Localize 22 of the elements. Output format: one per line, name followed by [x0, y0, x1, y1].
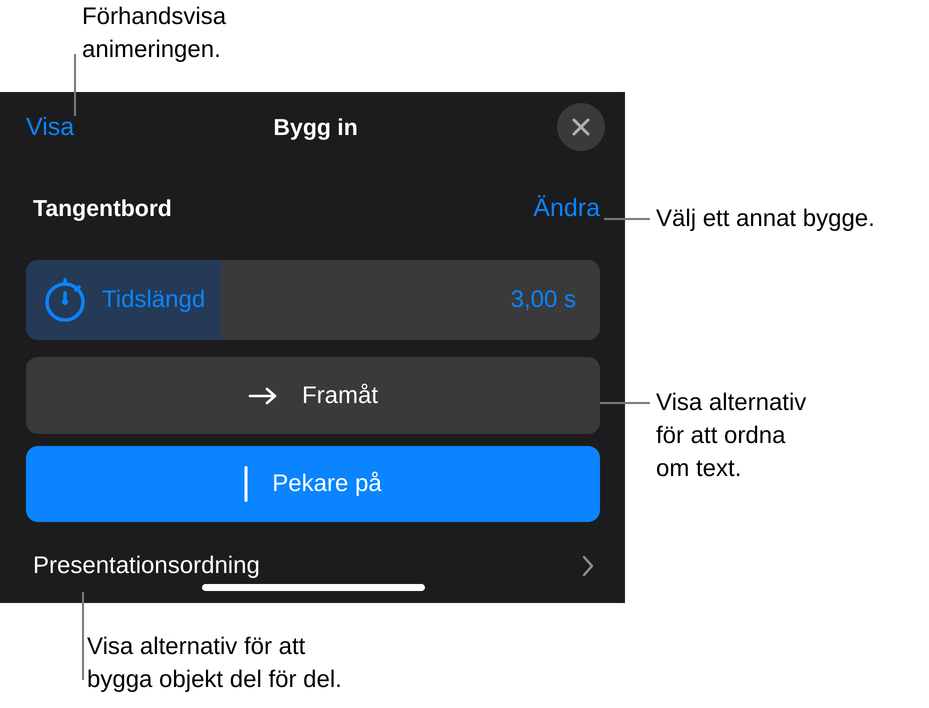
callout-text: Visa alternativ för att bygga objekt del för del.: [87, 632, 342, 695]
arrow-right-icon: [248, 386, 278, 406]
preview-link[interactable]: Visa: [26, 112, 74, 142]
panel-title: Bygg in: [273, 114, 358, 140]
duration-label: Tidslängd: [102, 286, 206, 314]
close-button[interactable]: [557, 103, 605, 151]
effect-name: Tangentbord: [33, 194, 172, 222]
text-cursor-icon: [244, 466, 248, 502]
order-label[interactable]: Presentationsordning: [33, 552, 260, 580]
leader-line: [74, 54, 76, 116]
cursor-button[interactable]: Pekare på: [26, 446, 600, 522]
leader-line: [600, 402, 650, 404]
callout-text: Välj ett annat bygge.: [656, 204, 875, 234]
duration-value: 3,00 s: [510, 286, 576, 314]
leader-line: [604, 218, 650, 220]
callout-text: Visa alternativ för att ordna om text.: [656, 388, 806, 484]
chevron-right-icon[interactable]: [582, 555, 594, 577]
callout-text: Förhandsvisa animeringen.: [82, 2, 226, 65]
change-link[interactable]: Ändra: [533, 194, 600, 222]
close-icon: [571, 117, 591, 137]
duration-slider[interactable]: Tidslängd 3,00 s: [26, 260, 600, 340]
direction-button[interactable]: Framåt: [26, 357, 600, 434]
